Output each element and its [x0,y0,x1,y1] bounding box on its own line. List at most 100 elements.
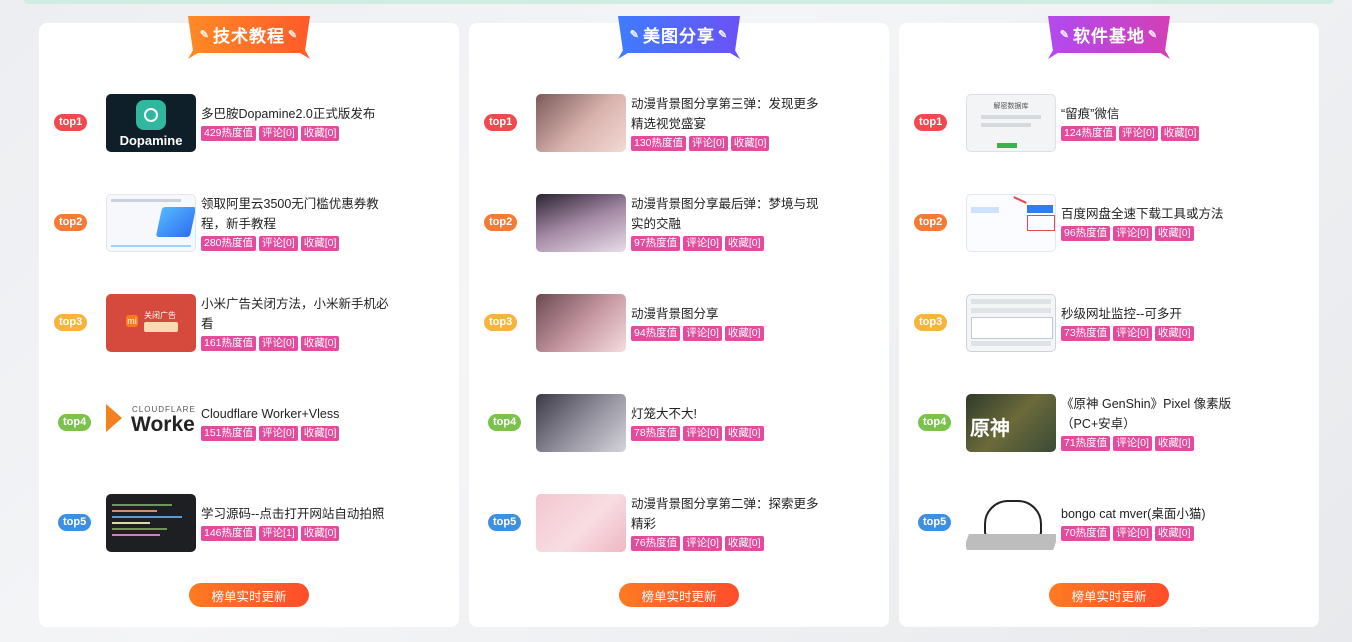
list-item[interactable]: top4 原神 《原神 GenShin》Pixel 像素版（PC+安卓） 71热… [899,394,1319,454]
list-item[interactable]: top4 灯笼大不大! 78热度值 评论[0] 收藏[0] [469,394,889,454]
favorite-tag: 收藏[0] [300,426,340,441]
thumbnail-label: 原神 [970,416,1010,440]
rank-badge: top3 [914,314,948,331]
list-item[interactable]: top5 bongo cat mver(桌面小猫) 70热度值 评论[0] 收藏… [899,494,1319,554]
item-stats: 429热度值 评论[0] 收藏[0] [201,126,340,141]
dopamine-logo-icon [136,100,166,130]
heat-tag: 76热度值 [631,536,681,551]
favorite-tag: 收藏[0] [724,426,764,441]
thumbnail[interactable] [966,494,1056,552]
rank-badge: top3 [54,314,88,331]
thumbnail-label: 解密数据库 [993,103,1029,110]
thumbnail-label: Worke [131,413,195,436]
item-title[interactable]: Cloudflare Worker+Vless [201,404,393,424]
heat-tag: 429热度值 [201,126,257,141]
list-item[interactable]: top5 学习源码--点击打开网站自动拍照 146热度值 评论[1] 收藏[0] [39,494,459,554]
heat-tag: 70热度值 [1061,526,1111,541]
favorite-tag: 收藏[0] [1154,326,1194,341]
item-stats: 94热度值 评论[0] 收藏[0] [631,326,764,341]
item-title[interactable]: 动漫背景图分享第三弹：发现更多精选视觉盛宴 [631,94,823,134]
favorite-tag: 收藏[0] [300,526,340,541]
thumbnail[interactable] [106,494,196,552]
heat-tag: 71热度值 [1061,436,1111,451]
ranking-update-button[interactable]: 榜单实时更新 [189,583,309,607]
list-item[interactable]: top1 解密数据库 “留痕”微信 124热度值 评论[0] 收藏[0] [899,94,1319,154]
thumbnail[interactable] [536,294,626,352]
item-stats: 78热度值 评论[0] 收藏[0] [631,426,764,441]
thumbnail[interactable] [536,194,626,252]
thumbnail[interactable] [106,194,196,252]
top-accent-strip [24,0,1334,4]
list-item[interactable]: top1 动漫背景图分享第三弹：发现更多精选视觉盛宴 130热度值 评论[0] … [469,94,889,154]
panel-image-sharing: ✎ 美图分享 ✎ top1 动漫背景图分享第三弹：发现更多精选视觉盛宴 130热度值… [469,16,889,627]
thumbnail-label: Dopamine [119,133,183,148]
item-title[interactable]: bongo cat mver(桌面小猫) [1061,504,1253,524]
thumbnail[interactable]: 解密数据库 [966,94,1056,152]
thumbnail[interactable]: Dopamine [106,94,196,152]
list-item[interactable]: top2 领取阿里云3500无门槛优惠券教程，新手教程 280热度值 评论[0]… [39,194,459,254]
item-title[interactable]: 小米广告关闭方法，小米新手机必看 [201,294,393,334]
item-title[interactable]: 《原神 GenShin》Pixel 像素版（PC+安卓） [1061,394,1253,434]
item-stats: 146热度值 评论[1] 收藏[0] [201,526,340,541]
item-title[interactable]: 动漫背景图分享第二弹：探索更多精彩 [631,494,823,534]
item-title[interactable]: 领取阿里云3500无门槛优惠券教程，新手教程 [201,194,393,234]
item-title[interactable]: 动漫背景图分享最后弹：梦境与现实的交融 [631,194,823,234]
pen-icon: ✎ [1059,29,1070,41]
pen-icon: ✎ [629,29,640,41]
thumbnail[interactable] [536,394,626,452]
item-title[interactable]: 百度网盘全速下载工具或方法 [1061,204,1253,224]
ranking-update-button[interactable]: 榜单实时更新 [619,583,739,607]
rank-badge: top4 [488,414,522,431]
bongo-cat-icon [984,500,1042,538]
comment-tag: 评论[0] [683,236,722,251]
list-item[interactable]: top5 动漫背景图分享第二弹：探索更多精彩 76热度值 评论[0] 收藏[0] [469,494,889,554]
item-title[interactable]: 灯笼大不大! [631,404,823,424]
item-stats: 96热度值 评论[0] 收藏[0] [1061,226,1194,241]
rank-badge: top5 [58,514,92,531]
item-stats: 151热度值 评论[0] 收藏[0] [201,426,340,441]
heat-tag: 151热度值 [201,426,257,441]
panel-title: 技术教程 [213,27,285,46]
list-item[interactable]: top3 动漫背景图分享 94热度值 评论[0] 收藏[0] [469,294,889,354]
list-item[interactable]: top1 Dopamine 多巴胺Dopamine2.0正式版发布 429热度值… [39,94,459,154]
rank-badge: top3 [484,314,518,331]
favorite-tag: 收藏[0] [300,236,340,251]
item-title[interactable]: 秒级网址监控--可多开 [1061,304,1253,324]
heat-tag: 124热度值 [1061,126,1117,141]
thumbnail[interactable]: 原神 [966,394,1056,452]
thumbnail[interactable] [536,94,626,152]
list-item[interactable]: top4 CLOUDFLARE Worke Cloudflare Worker+… [39,394,459,454]
list-item[interactable]: top2 动漫背景图分享最后弹：梦境与现实的交融 97热度值 评论[0] 收藏[… [469,194,889,254]
comment-tag: 评论[0] [259,426,298,441]
thumbnail[interactable]: mi 关闭广告 [106,294,196,352]
item-title[interactable]: 动漫背景图分享 [631,304,823,324]
comment-tag: 评论[0] [1113,326,1152,341]
thumbnail[interactable]: CLOUDFLARE Worke [106,394,196,452]
thumbnail[interactable] [536,494,626,552]
pen-icon: ✎ [199,29,210,41]
favorite-tag: 收藏[0] [1154,526,1194,541]
item-title[interactable]: 学习源码--点击打开网站自动拍照 [201,504,393,524]
item-title[interactable]: “留痕”微信 [1061,104,1253,124]
heat-tag: 96热度值 [1061,226,1111,241]
comment-tag: 评论[0] [259,126,298,141]
comment-tag: 评论[0] [683,536,722,551]
item-stats: 76热度值 评论[0] 收藏[0] [631,536,764,551]
list-item[interactable]: top2 百度网盘全速下载工具或方法 96热度值 评论[0] 收藏[0] [899,194,1319,254]
thumbnail[interactable] [966,294,1056,352]
rank-badge: top2 [484,214,518,231]
item-stats: 130热度值 评论[0] 收藏[0] [631,136,770,151]
pen-icon: ✎ [288,29,299,41]
ranking-update-button[interactable]: 榜单实时更新 [1049,583,1169,607]
comment-tag: 评论[0] [259,336,298,351]
rank-badge: top2 [54,214,88,231]
pen-icon: ✎ [1148,29,1159,41]
thumbnail[interactable] [966,194,1056,252]
heat-tag: 97热度值 [631,236,681,251]
list-item[interactable]: top3 秒级网址监控--可多开 73热度值 评论[0] 收藏[0] [899,294,1319,354]
item-stats: 280热度值 评论[0] 收藏[0] [201,236,340,251]
item-title[interactable]: 多巴胺Dopamine2.0正式版发布 [201,104,393,124]
heat-tag: 94热度值 [631,326,681,341]
list-item[interactable]: top3 mi 关闭广告 小米广告关闭方法，小米新手机必看 161热度值 评论[… [39,294,459,354]
rank-badge: top2 [914,214,948,231]
